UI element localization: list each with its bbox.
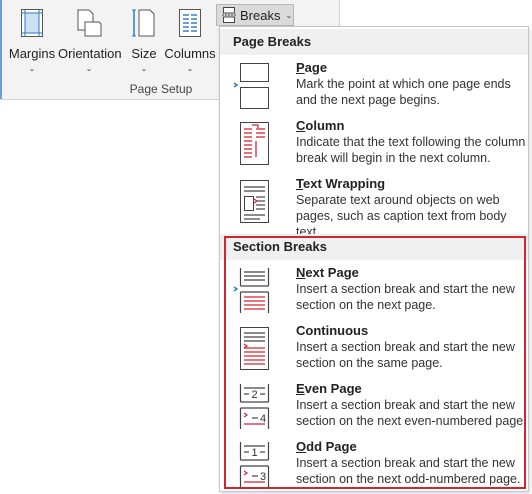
margins-button[interactable]: Margins ⌄ <box>6 4 58 74</box>
chevron-down-icon: ⌄ <box>285 10 293 20</box>
size-button[interactable]: Size ⌄ <box>126 4 162 74</box>
size-icon <box>132 9 155 37</box>
breaks-icon <box>222 7 236 23</box>
page-break-icon <box>233 63 269 109</box>
orientation-icon <box>77 9 102 37</box>
text-wrapping-title: Text Wrapping <box>296 176 386 191</box>
column-break-title: Column <box>296 118 345 133</box>
margins-label: Margins <box>8 46 56 61</box>
column-break-description: Indicate that the text following the col… <box>296 135 526 165</box>
chevron-down-icon: ⌄ <box>140 64 148 73</box>
text-wrapping-icon <box>240 180 269 223</box>
columns-icon <box>179 9 201 37</box>
page-breaks-header: Page Breaks <box>220 29 528 55</box>
columns-button[interactable]: Columns ⌄ <box>164 4 216 74</box>
page-break-description: Mark the point at which one page ends an… <box>296 77 511 107</box>
chevron-down-icon: ⌄ <box>85 64 93 73</box>
orientation-button[interactable]: Orientation ⌄ <box>58 4 122 74</box>
orientation-label: Orientation <box>58 46 122 61</box>
columns-label: Columns <box>164 46 216 61</box>
section-breaks-highlight <box>224 236 526 489</box>
breaks-button[interactable]: Breaks ⌄ <box>216 4 294 26</box>
text-wrapping-description: Separate text around objects on web page… <box>296 193 507 239</box>
chevron-down-icon: ⌄ <box>28 64 36 73</box>
page-break-title: Page <box>296 60 328 75</box>
page-break-item[interactable]: Page Mark the point at which one page en… <box>220 57 528 115</box>
text-wrapping-item[interactable]: Text Wrapping Separate text around objec… <box>220 173 528 239</box>
column-break-icon <box>240 122 269 165</box>
margins-icon <box>21 9 43 37</box>
breaks-dropdown-menu: Page Breaks Page Mark the point at which… <box>219 26 529 492</box>
chevron-down-icon: ⌄ <box>186 64 194 73</box>
column-break-item[interactable]: Column Indicate that the text following … <box>220 115 528 173</box>
size-label: Size <box>131 46 157 61</box>
breaks-label: Breaks <box>240 7 281 23</box>
